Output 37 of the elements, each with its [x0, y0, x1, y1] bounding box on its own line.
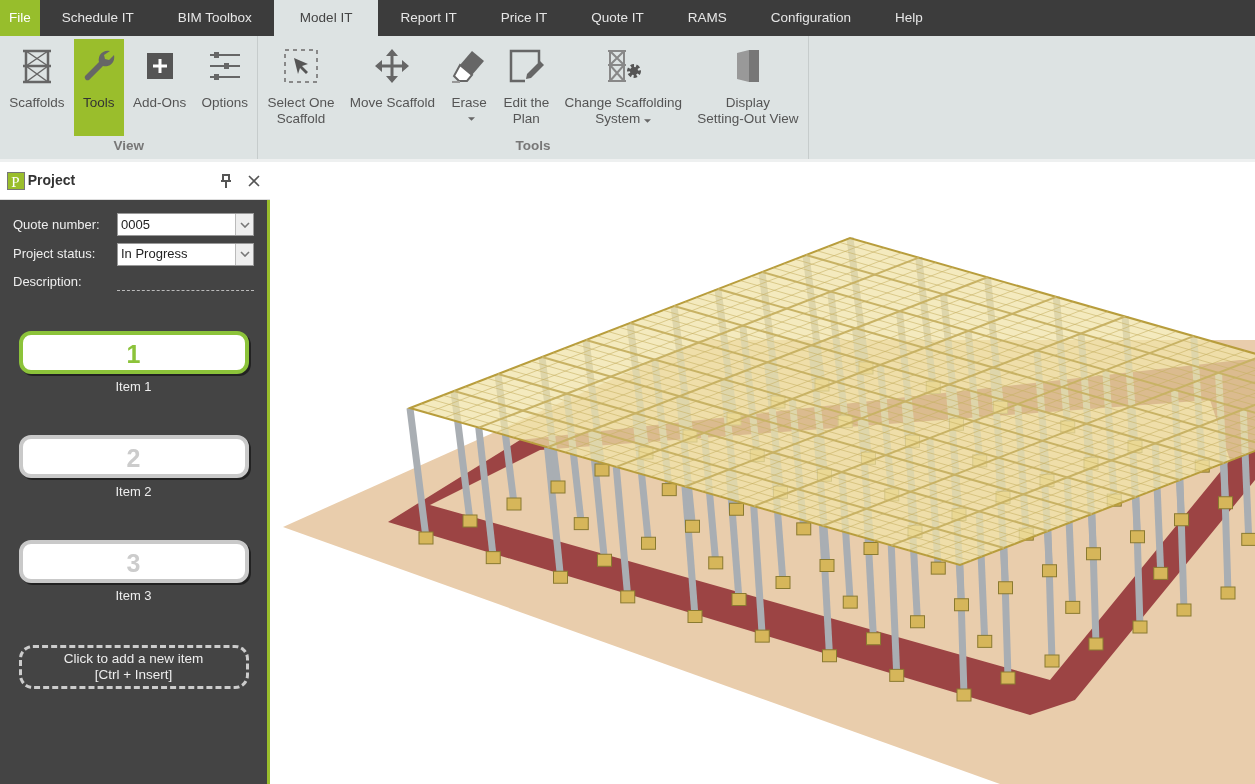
chevron-down-icon	[239, 251, 250, 257]
field-label: Description:	[13, 273, 82, 291]
field-label: Project status:	[13, 245, 96, 264]
ribbon-button[interactable]: Add-Ons	[127, 39, 193, 137]
item-label: Item 3	[115, 587, 152, 606]
item-label: Item 1	[115, 377, 152, 396]
menu-tab[interactable]: Help	[873, 0, 945, 36]
ribbon-button[interactable]: Display Setting-Out View	[691, 39, 805, 137]
menu-tab[interactable]: Quote IT	[569, 0, 666, 36]
ribbon-button[interactable]: Select One Scaffold	[261, 39, 341, 137]
menu-tab[interactable]: Configuration	[748, 0, 874, 36]
panel-title: Project	[27, 171, 77, 190]
ribbon-button[interactable]: Edit the Plan	[497, 39, 556, 137]
select-icon	[282, 47, 320, 86]
menu-tab[interactable]: Model IT	[273, 0, 379, 36]
add-item-button[interactable]: Click to add a new item [Ctrl + Insert]	[18, 644, 249, 689]
close-icon[interactable]	[248, 174, 261, 187]
combo-box[interactable]: In Progress	[117, 242, 254, 266]
ribbon-button[interactable]: Scaffolds	[3, 39, 71, 137]
ribbon-button[interactable]: Erase	[444, 39, 495, 137]
item-label: Item 2	[115, 482, 152, 501]
ribbon-button[interactable]: Move Scaffold	[343, 39, 441, 137]
group-title: Tools	[515, 137, 551, 156]
field-label: Quote number:	[13, 215, 100, 234]
menu-tab[interactable]: Report IT	[378, 0, 479, 36]
menu-tab[interactable]: Price IT	[478, 0, 570, 36]
menu-tab[interactable]: Schedule IT	[39, 0, 156, 36]
menu-tab[interactable]: RAMS	[665, 0, 749, 36]
chevron-down-icon	[239, 221, 250, 228]
ribbon-button[interactable]: Options	[195, 39, 255, 137]
project-logo: P	[6, 171, 25, 190]
group-title: View	[113, 137, 144, 156]
menu-tab[interactable]: BIM Toolbox	[155, 0, 274, 36]
combo-box[interactable]: 0005	[117, 213, 254, 236]
ribbon-button[interactable]: Change Scaffolding System	[558, 39, 689, 137]
ribbon-button[interactable]: Tools	[73, 39, 124, 137]
pin-icon[interactable]	[220, 173, 232, 188]
